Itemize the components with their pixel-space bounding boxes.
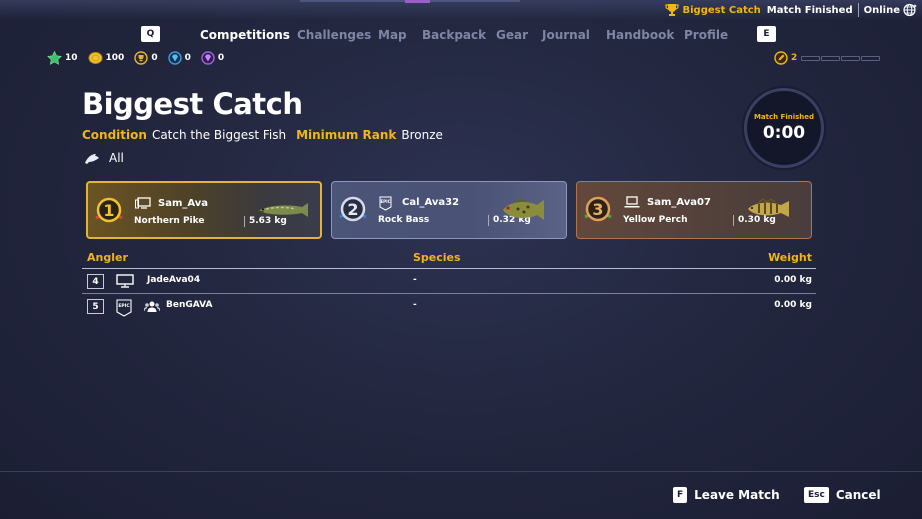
footer-divider <box>0 471 922 472</box>
species-filter[interactable]: All <box>84 151 124 165</box>
podium-card-first[interactable]: 1 Sam_Ava Northern Pike 5.63 kg <box>86 181 322 239</box>
xp-track <box>801 55 881 61</box>
nav-next-key[interactable]: E <box>757 26 776 42</box>
row-species: - <box>413 300 417 310</box>
xp-level: 2 <box>791 53 798 63</box>
podium-card-second[interactable]: 2 EPIC Cal_Ava32 Rock Bass 0.32 kg <box>331 181 567 239</box>
leave-match-button[interactable]: F Leave Match <box>673 487 780 503</box>
currency-coins: 100 <box>88 51 125 65</box>
laptop-icon <box>624 196 640 208</box>
nav-prev-key[interactable]: Q <box>141 26 160 42</box>
pc-icon <box>116 274 134 288</box>
currency-gold-token: 0 <box>134 51 158 65</box>
state-label: Match Finished <box>766 4 853 16</box>
purple-gem-count: 0 <box>217 53 225 63</box>
cancel-label: Cancel <box>835 488 881 502</box>
tab-gear[interactable]: Gear <box>496 28 528 42</box>
coin-icon <box>88 52 103 64</box>
tab-profile[interactable]: Profile <box>684 28 728 42</box>
podium-card-third[interactable]: 3 Sam_Ava07 Yellow Perch 0.30 kg <box>576 181 812 239</box>
star-count: 10 <box>65 53 78 63</box>
cancel-key: Esc <box>804 487 829 503</box>
first-place-player: Sam_Ava <box>158 198 209 209</box>
row-angler: BenGAVA <box>166 300 213 310</box>
svg-text:EPIC: EPIC <box>380 199 390 204</box>
match-timer: Match Finished 0:00 <box>744 88 824 168</box>
table-row[interactable]: 5 EPIC BenGAVA - 0.00 kg <box>82 295 816 319</box>
second-place-player: Cal_Ava32 <box>402 197 460 208</box>
table-row[interactable]: 4 JadeAva04 - 0.00 kg <box>82 270 816 294</box>
leave-match-key: F <box>673 487 688 503</box>
tab-challenges[interactable]: Challenges <box>297 28 371 42</box>
row-species: - <box>413 275 417 285</box>
tab-map[interactable]: Map <box>378 28 407 42</box>
currency-blue-gem: 0 <box>167 51 191 65</box>
page-title: Biggest Catch <box>82 87 303 121</box>
minimum-rank-value: Bronze <box>401 128 443 142</box>
minimum-rank-label: Minimum Rank <box>296 128 397 142</box>
timer-label: Match Finished <box>753 113 815 121</box>
competition-conditions: Condition Catch the Biggest Fish Minimum… <box>82 128 453 142</box>
tab-competitions[interactable]: Competitions <box>200 28 290 42</box>
cancel-button[interactable]: Esc Cancel <box>804 487 881 503</box>
status-divider <box>857 3 859 17</box>
third-place-player: Sam_Ava07 <box>647 197 711 208</box>
svg-text:EPIC: EPIC <box>118 303 130 309</box>
first-place-rank: 1 <box>103 201 114 220</box>
bronze-medal-icon: 3 <box>584 196 612 222</box>
angler-column-header: Angler <box>87 251 128 264</box>
party-icon <box>144 301 160 312</box>
epic-icon: EPIC <box>379 196 392 211</box>
silver-medal-icon: 2 <box>339 196 367 222</box>
pc-icon <box>135 197 151 209</box>
currency-stars: 10 <box>47 51 78 65</box>
blue-gem-count: 0 <box>184 53 191 63</box>
fish-filter-icon <box>85 154 99 164</box>
star-icon <box>47 51 62 65</box>
blue-gem-icon <box>167 51 182 65</box>
tab-journal[interactable]: Journal <box>542 28 590 42</box>
weight-column-header: Weight <box>768 251 812 264</box>
mode-label: Biggest Catch <box>682 4 761 16</box>
northern-pike-icon <box>257 203 308 217</box>
species-column-header: Species <box>413 251 461 264</box>
gold-token-count: 0 <box>151 53 158 63</box>
row-angler: JadeAva04 <box>147 275 201 285</box>
gold-medal-icon: 1 <box>95 197 123 223</box>
condition-label: Condition <box>82 128 147 142</box>
species-filter-label: All <box>109 151 124 165</box>
timer-value: 0:00 <box>762 123 806 143</box>
main-nav: Q Competitions Challenges Map Backpack G… <box>0 26 922 44</box>
first-place-species: Northern Pike <box>134 216 205 226</box>
condition-value: Catch the Biggest Fish <box>151 128 287 142</box>
coin-count: 100 <box>105 53 125 63</box>
globe-icon[interactable] <box>903 3 918 17</box>
match-status: Biggest Catch Match Finished Online <box>664 3 919 17</box>
connection-label[interactable]: Online <box>864 5 900 16</box>
currency-bar: 10 100 0 0 0 <box>47 51 234 65</box>
currency-purple-gem: 0 <box>201 51 224 65</box>
second-place-rank: 2 <box>347 200 358 219</box>
row-weight: 0.00 kg <box>774 300 812 310</box>
gold-trophy-token-icon <box>134 51 149 65</box>
row-weight: 0.00 kg <box>774 275 812 285</box>
row-rank: 5 <box>87 299 104 314</box>
row-rank: 4 <box>87 274 104 289</box>
rock-bass-icon <box>503 199 544 220</box>
purple-gem-icon <box>201 51 215 65</box>
leaderboard-header: Angler Species Weight <box>82 249 816 269</box>
third-place-rank: 3 <box>592 200 603 219</box>
third-place-species: Yellow Perch <box>623 215 688 225</box>
yellow-perch-icon <box>748 198 789 217</box>
leave-match-label: Leave Match <box>694 488 780 502</box>
epic-icon: EPIC <box>116 299 132 317</box>
xp-progress: 2 <box>774 51 881 65</box>
second-place-species: Rock Bass <box>378 215 430 225</box>
tab-handbook[interactable]: Handbook <box>606 28 674 42</box>
trophy-icon <box>664 4 679 16</box>
tab-backpack[interactable]: Backpack <box>422 28 486 42</box>
pencil-badge-icon <box>774 51 788 65</box>
